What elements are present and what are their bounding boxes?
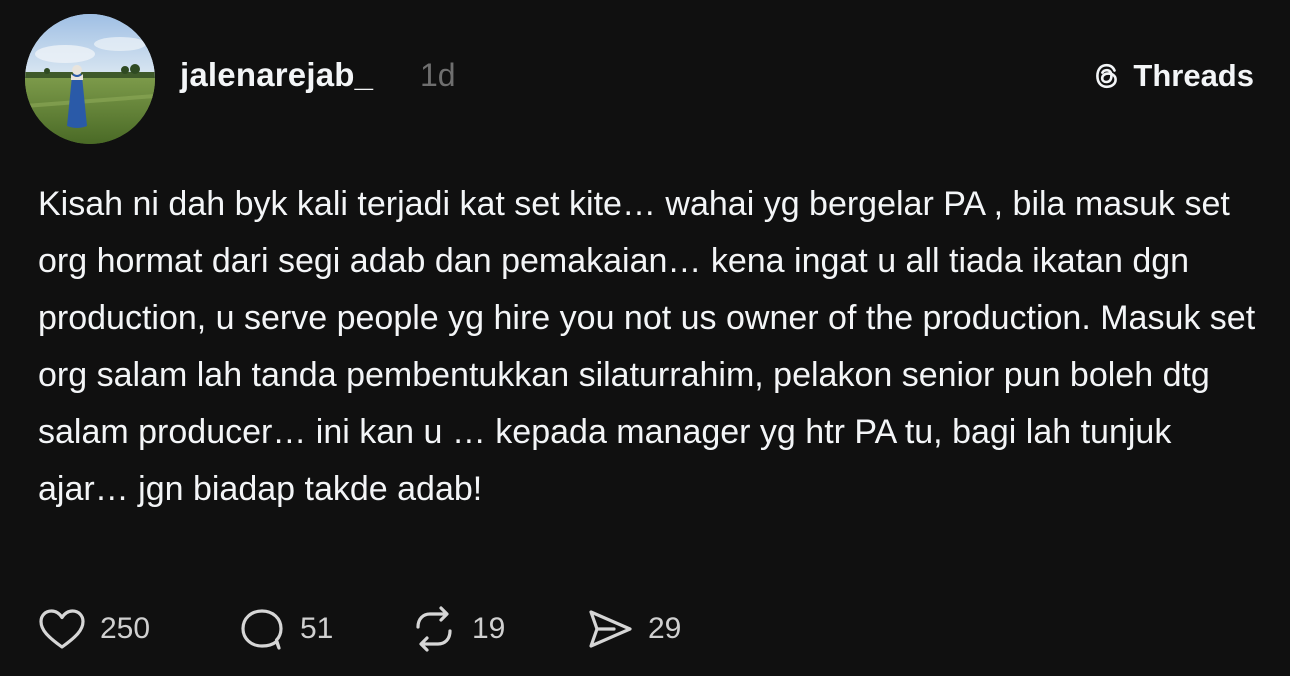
comment-button[interactable]: 51: [236, 603, 408, 655]
share-button[interactable]: 29: [584, 603, 734, 655]
post-text: Kisah ni dah byk kali terjadi kat set ki…: [38, 185, 1256, 508]
brand-label: Threads: [1133, 58, 1254, 93]
post-time: 1d: [420, 57, 456, 93]
comment-icon: [241, 609, 283, 650]
comment-count: 51: [300, 612, 334, 645]
heart-icon: [39, 609, 85, 649]
repost-button[interactable]: 19: [408, 603, 584, 655]
avatar[interactable]: [25, 14, 155, 144]
repost-icon: [416, 606, 452, 652]
threads-logo-icon: [1096, 63, 1118, 89]
avatar-photo: [25, 14, 155, 144]
repost-count: 19: [472, 612, 506, 645]
like-count: 250: [100, 612, 151, 645]
threads-brand[interactable]: Threads: [1089, 58, 1254, 94]
send-icon: [589, 610, 632, 648]
username[interactable]: jalenarejab_: [180, 56, 373, 94]
post-actions: 250 51 19 29: [36, 603, 734, 655]
like-button[interactable]: 250: [36, 603, 236, 655]
share-count: 29: [648, 612, 682, 645]
